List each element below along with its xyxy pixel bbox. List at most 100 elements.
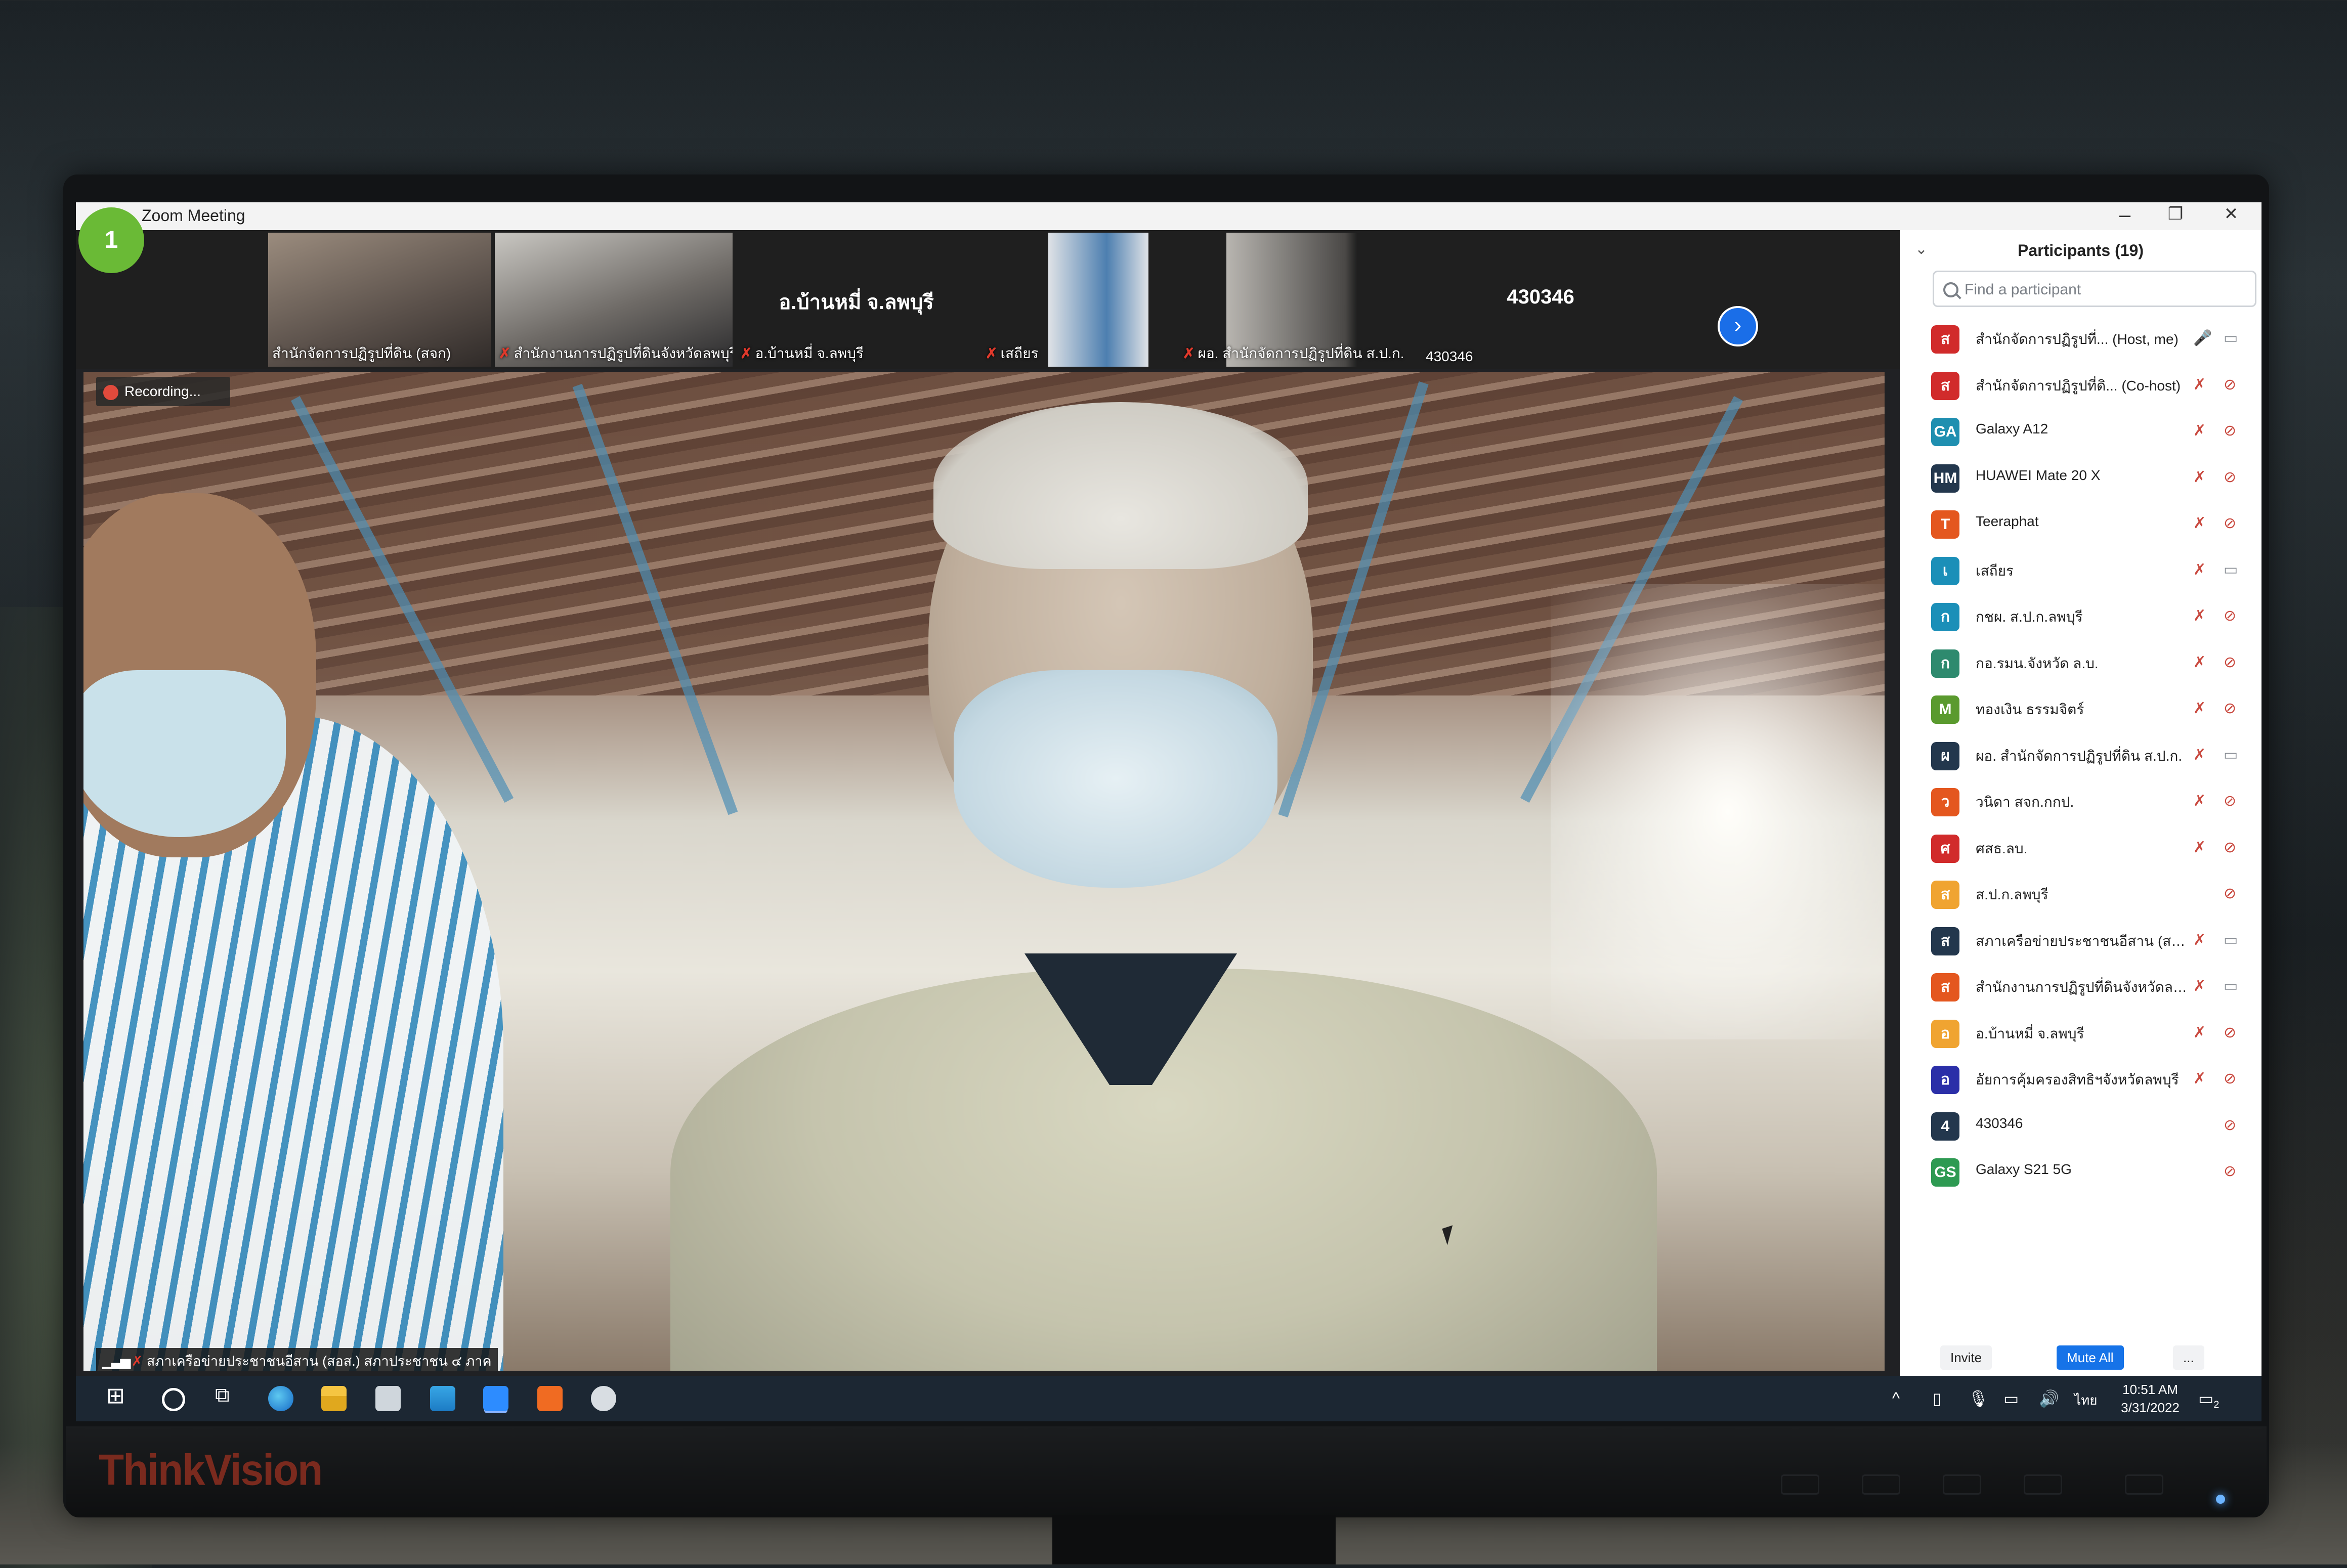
bezel-button[interactable] — [1781, 1474, 1819, 1495]
participant-row[interactable]: ส สำนักจัดการปฏิรูปที่... (Host, me) 🎤 ▭ — [1900, 316, 2261, 363]
restore-button[interactable]: ❐ — [2160, 204, 2191, 224]
mute-all-button[interactable]: Mute All — [2057, 1345, 2124, 1370]
gallery-tile[interactable]: ✗ สำนักงานการปฏิรูปที่ดินจังหวัดลพบุรี — [495, 233, 733, 367]
participant-search-input[interactable]: Find a participant — [1933, 271, 2256, 307]
battery-icon[interactable]: ▯ — [1933, 1389, 1942, 1408]
camera-off-icon[interactable]: ⊘ — [2224, 376, 2236, 394]
camera-off-icon[interactable]: ⊘ — [2224, 514, 2236, 532]
camera-off-icon[interactable]: ⊘ — [2224, 700, 2236, 717]
invite-button[interactable]: Invite — [1940, 1345, 1992, 1370]
app-icon[interactable] — [591, 1386, 616, 1411]
close-button[interactable]: ✕ — [2216, 204, 2246, 224]
camera-on-icon[interactable]: ▭ — [2224, 561, 2238, 579]
participant-row[interactable]: อ อัยการคุ้มครองสิทธิฯจังหวัดลพบุรี ✗ ⊘ — [1900, 1057, 2261, 1103]
mail-icon[interactable] — [430, 1386, 455, 1411]
camera-on-icon[interactable]: ▭ — [2224, 977, 2238, 995]
avatar: อ — [1931, 1019, 1959, 1048]
file-explorer-icon[interactable] — [321, 1386, 347, 1411]
bezel-button[interactable] — [1862, 1474, 1900, 1495]
participant-row[interactable]: T Teeraphat ✗ ⊘ — [1900, 501, 2261, 548]
minimize-button[interactable]: – — [2110, 204, 2140, 227]
gallery-tile[interactable]: ✗ เสถียร — [982, 233, 1148, 367]
volume-icon[interactable]: 🔊 — [2039, 1389, 2059, 1408]
participant-row[interactable]: 4 430346 ⊘ — [1900, 1103, 2261, 1150]
pdf-app-icon[interactable] — [537, 1386, 563, 1411]
mic-muted-icon[interactable]: ✗ — [2193, 422, 2206, 440]
camera-off-icon[interactable]: ⊘ — [2224, 885, 2236, 902]
mic-muted-icon[interactable]: ✗ — [2193, 931, 2206, 949]
participant-row[interactable]: ผ ผอ. สำนักจัดการปฏิรูปที่ดิน ส.ป.ก. ✗ ▭ — [1900, 733, 2261, 779]
participant-row[interactable]: ก กอ.รมน.จังหวัด ล.บ. ✗ ⊘ — [1900, 640, 2261, 687]
mic-muted-icon[interactable]: ✗ — [2193, 746, 2206, 764]
participant-row[interactable]: ส สภาเครือข่ายประชาชนอีสาน (สอส.) ส...✗ ▭ — [1900, 918, 2261, 965]
participant-row[interactable]: ส ส.ป.ก.ลพบุรี ⊘ — [1900, 872, 2261, 918]
mic-muted-icon[interactable]: ✗ — [2193, 561, 2206, 579]
clock-time[interactable]: 10:51 AM — [2115, 1382, 2186, 1398]
zoom-app-icon[interactable] — [483, 1386, 508, 1411]
tray-overflow-icon[interactable]: ^ — [1892, 1389, 1900, 1408]
participant-row[interactable]: GA Galaxy A12 ✗ ⊘ — [1900, 409, 2261, 455]
monitor-brand-logo: ThinkVision — [99, 1446, 323, 1495]
window-title: Zoom Meeting — [142, 206, 245, 225]
edge-browser-icon[interactable] — [268, 1386, 293, 1411]
mic-muted-icon[interactable]: ✗ — [2193, 514, 2206, 532]
camera-off-icon[interactable]: ⊘ — [2224, 792, 2236, 810]
mic-muted-icon[interactable]: ✗ — [2193, 839, 2206, 856]
mic-muted-icon[interactable]: ✗ — [2193, 654, 2206, 671]
mic-muted-icon[interactable]: ✗ — [2193, 607, 2206, 625]
video-person-hair — [933, 402, 1308, 569]
bezel-button[interactable] — [2024, 1474, 2062, 1495]
power-button[interactable] — [2125, 1474, 2163, 1495]
participant-row[interactable]: ส สำนักจัดการปฏิรูปที่ดิ... (Co-host) ✗ ⊘ — [1900, 363, 2261, 409]
participant-row[interactable]: ศ ศสธ.ลบ. ✗ ⊘ — [1900, 825, 2261, 872]
language-indicator[interactable]: ไทย — [2074, 1390, 2097, 1411]
camera-on-icon[interactable]: ▭ — [2224, 746, 2238, 764]
camera-off-icon[interactable]: ⊘ — [2224, 1116, 2236, 1134]
gallery-tile[interactable]: อ.บ้านหมี่ จ.ลพบุรี ✗ อ.บ้านหมี่ จ.ลพบุรี — [736, 233, 976, 367]
participant-row[interactable]: เ เสถียร ✗ ▭ — [1900, 548, 2261, 594]
camera-off-icon[interactable]: ⊘ — [2224, 654, 2236, 671]
recording-indicator[interactable]: Recording... — [96, 377, 230, 406]
participant-row[interactable]: GS Galaxy S21 5G ⊘ — [1900, 1149, 2261, 1196]
windows-start-icon[interactable]: ⊞ — [106, 1383, 132, 1408]
camera-off-icon[interactable]: ⊘ — [2224, 839, 2236, 856]
participant-name: Teeraphat — [1976, 513, 2039, 529]
camera-on-icon[interactable]: ▭ — [2224, 329, 2238, 347]
network-icon[interactable]: ▭ — [2003, 1389, 2019, 1408]
participant-row[interactable]: M ทองเงิน ธรรมจิตร์ ✗ ⊘ — [1900, 686, 2261, 733]
store-icon[interactable] — [375, 1386, 401, 1411]
camera-off-icon[interactable]: ⊘ — [2224, 1162, 2236, 1180]
mic-on-icon[interactable]: 🎤 — [2193, 329, 2212, 347]
bezel-button[interactable] — [1943, 1474, 1981, 1495]
gallery-next-button[interactable]: › — [1718, 306, 1758, 346]
participant-row[interactable]: ว วนิดา สจก.กกป. ✗ ⊘ — [1900, 779, 2261, 825]
microphone-icon[interactable]: 🎙 — [1968, 1389, 1989, 1408]
search-icon[interactable] — [162, 1388, 185, 1411]
camera-off-icon[interactable]: ⊘ — [2224, 1024, 2236, 1041]
gallery-tile[interactable]: สำนักจัดการปฏิรูปที่ดิน (สจก) — [268, 233, 491, 367]
clock-date[interactable]: 3/31/2022 — [2115, 1400, 2186, 1416]
participant-row[interactable]: อ อ.บ้านหมี่ จ.ลพบุรี ✗ ⊘ — [1900, 1011, 2261, 1057]
camera-on-icon[interactable]: ▭ — [2224, 931, 2238, 949]
mic-muted-icon[interactable]: ✗ — [2193, 792, 2206, 810]
mic-muted-icon[interactable]: ✗ — [2193, 1070, 2206, 1087]
participant-row[interactable]: HM HUAWEI Mate 20 X ✗ ⊘ — [1900, 455, 2261, 502]
gallery-tile[interactable]: 430346 430346 — [1422, 233, 1659, 367]
mic-muted-icon: ✗ — [986, 345, 998, 361]
mic-muted-icon[interactable]: ✗ — [2193, 468, 2206, 486]
mic-muted-icon[interactable]: ✗ — [2193, 376, 2206, 394]
participant-row[interactable]: ส สำนักงานการปฏิรูปที่ดินจังหวัดลพบุรี ✗ ▭ — [1900, 964, 2261, 1011]
participant-row[interactable]: ก กชผ. ส.ป.ก.ลพบุรี ✗ ⊘ — [1900, 594, 2261, 640]
camera-off-icon[interactable]: ⊘ — [2224, 422, 2236, 440]
gallery-tile[interactable]: ✗ ผอ. สำนักจัดการปฏิรูปที่ดิน ส.ป.ก. — [1179, 233, 1417, 367]
task-view-icon[interactable]: ⧉ — [215, 1384, 240, 1409]
mic-muted-icon[interactable]: ✗ — [2193, 700, 2206, 717]
camera-off-icon[interactable]: ⊘ — [2224, 1070, 2236, 1087]
participant-name: ศสธ.ลบ. — [1976, 840, 2028, 856]
mic-muted-icon[interactable]: ✗ — [2193, 1024, 2206, 1041]
camera-off-icon[interactable]: ⊘ — [2224, 607, 2236, 625]
more-options-button[interactable]: ... — [2173, 1345, 2204, 1370]
mic-muted-icon[interactable]: ✗ — [2193, 977, 2206, 995]
notification-center-icon[interactable]: ▭2 — [2198, 1389, 2219, 1411]
camera-off-icon[interactable]: ⊘ — [2224, 468, 2236, 486]
